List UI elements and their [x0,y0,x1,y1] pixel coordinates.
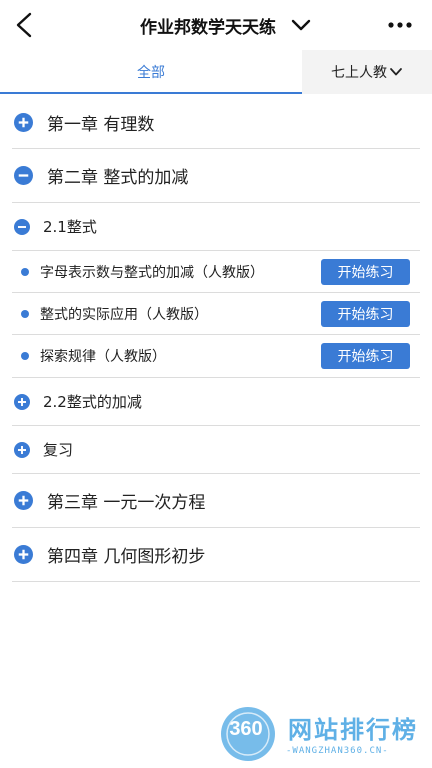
title-area: 作业邦数学天天练 [0,0,432,50]
chevron-down-icon [390,68,402,76]
filter-tabs: 全部 七上人教 [0,50,432,94]
chapter-label: 第四章 几何图形初步 [47,547,206,567]
start-practice-button[interactable]: 开始练习 [321,343,410,369]
tab-all[interactable]: 全部 [0,50,302,94]
lesson-row-2: 整式的实际应用（人教版） 开始练习 [12,293,420,335]
section-label: 2.2整式的加减 [43,393,142,411]
more-dots-icon[interactable] [386,14,414,36]
lesson-label: 整式的实际应用（人教版） [40,306,208,323]
chapter-row-1[interactable]: 第一章 有理数 [12,96,420,149]
plus-circle-icon[interactable] [14,441,30,458]
minus-circle-icon[interactable] [14,166,33,185]
plus-circle-icon[interactable] [14,393,30,410]
start-practice-button[interactable]: 开始练习 [321,300,410,327]
watermark-brand: 网站排行榜 [288,716,418,744]
chapter-row-3[interactable]: 第三章 一元一次方程 [12,474,420,528]
watermark-badge-text: 360 [229,718,263,740]
chapter-label: 第三章 一元一次方程 [47,493,206,513]
chapter-tree: 第一章 有理数 第二章 整式的加减 2.1整式 字母表示数与整式的加减（人教版）… [12,96,420,582]
lesson-label: 字母表示数与整式的加减（人教版） [40,264,264,281]
plus-circle-icon[interactable] [14,491,33,510]
bullet-dot [21,352,29,360]
lesson-row-1: 字母表示数与整式的加减（人教版） 开始练习 [12,251,420,293]
page-title: 作业邦数学天天练 [140,17,276,38]
section-label: 2.1整式 [43,218,97,236]
bullet-dot [21,309,29,318]
grade-selector-label: 七上人教 [331,65,387,81]
grade-selector[interactable]: 七上人教 [302,50,432,94]
watermark-logo: 360 网站排行榜 -WANGZHAN360.CN- [218,704,428,764]
chevron-down-icon[interactable] [290,14,312,36]
start-practice-button[interactable]: 开始练习 [321,258,410,285]
lesson-row-3: 探索规律（人教版） 开始练习 [12,335,420,378]
bullet-dot [21,267,29,276]
lesson-label: 探索规律（人教版） [40,349,166,365]
chapter-label: 第一章 有理数 [47,114,155,135]
section-label: 复习 [43,441,74,459]
section-row-2-2[interactable]: 2.2整式的加减 [12,378,420,426]
watermark-subtext: -WANGZHAN360.CN- [286,746,389,756]
tab-all-label: 全部 [137,65,165,81]
tab-indicator [0,92,302,94]
section-row-review[interactable]: 复习 [12,426,420,474]
chapter-row-4[interactable]: 第四章 几何图形初步 [12,528,420,582]
chapter-row-2[interactable]: 第二章 整式的加减 [12,149,420,203]
minus-circle-icon[interactable] [14,218,30,235]
chapter-label: 第二章 整式的加减 [47,168,189,188]
plus-circle-icon[interactable] [14,545,33,564]
top-bar: 作业邦数学天天练 [0,0,432,50]
section-row-2-1[interactable]: 2.1整式 [12,203,420,251]
plus-circle-icon[interactable] [14,112,33,132]
